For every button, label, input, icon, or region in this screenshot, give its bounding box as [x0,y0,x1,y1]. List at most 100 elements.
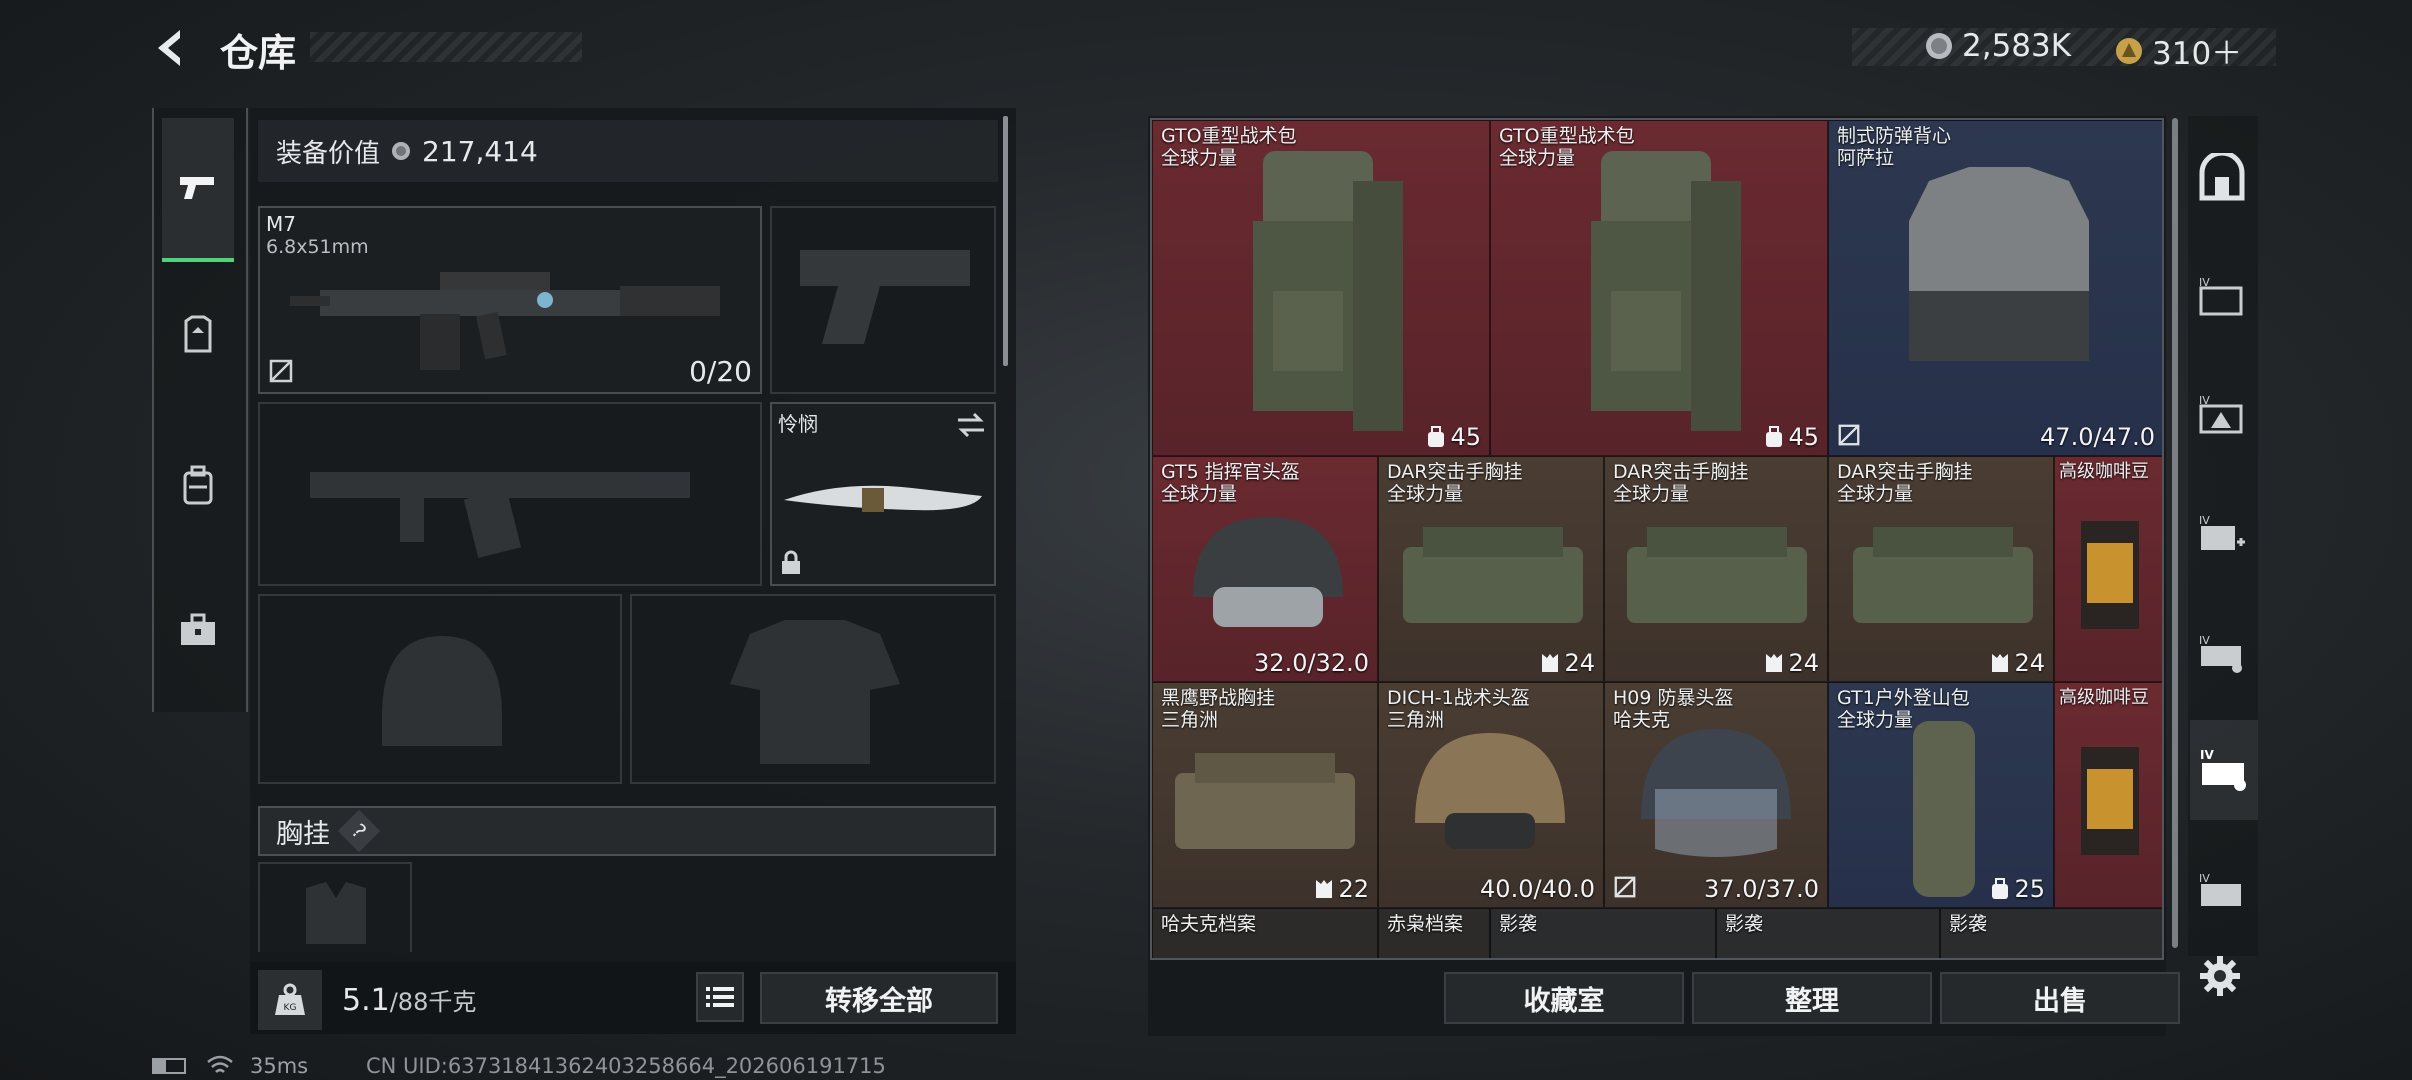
weight-icon-box: KG [258,970,322,1030]
armor-icon [184,315,212,353]
gear-icon [2200,956,2240,996]
item-name: GT5 指挥官头盔 [1161,461,1300,483]
sort-button[interactable]: 整理 [1692,972,1932,1024]
item-gto-backpack-2[interactable]: GTO重型战术包 全球力量 45 [1490,120,1828,456]
item-faction: 全球力量 [1161,483,1238,505]
back-button[interactable] [150,26,200,76]
equipment-value-bar: 装备价值 217,414 [258,120,998,182]
backpack-image [1253,151,1403,431]
stash-tab-3[interactable]: IV [2192,504,2252,564]
stash-scrollbar[interactable] [2172,118,2178,948]
currency-2[interactable]: 310＋ [2114,28,2242,73]
collection-room-button[interactable]: 收藏室 [1444,972,1684,1024]
item-durability: 32.0/32.0 [1254,649,1369,677]
svg-text:KG: KG [284,1003,297,1013]
armor-placeholder-icon [730,620,900,764]
rig-image [1627,527,1807,623]
item-havoc-file[interactable]: 哈夫克档案 [1152,908,1378,958]
no-insure-icon [269,359,293,383]
item-shadow-1[interactable]: 影袭 [1490,908,1716,958]
item-faction: 三角洲 [1161,709,1219,731]
item-capacity-value: 24 [2014,649,2045,677]
vest-image [1909,167,2089,361]
item-gt1-backpack[interactable]: GT1户外登山包 全球力量 25 [1828,682,2054,908]
item-name: DAR突击手胸挂 [1387,461,1523,483]
item-faction: 全球力量 [1387,483,1464,505]
stash-page-icon: IV [2199,514,2245,550]
primary-weapon-slot[interactable]: M7 6.8x51mm 0/20 [258,206,762,394]
back-arrow-icon [158,30,180,66]
helmet-slot[interactable] [258,594,622,784]
item-name: 影袭 [1725,913,1764,935]
item-capacity: 45 [1426,423,1481,451]
capacity-icon [1992,878,2009,899]
stash-tab-5-active[interactable]: IV [2190,720,2258,820]
item-capacity-value: 22 [1338,875,1369,903]
item-capacity: 24 [1540,649,1595,677]
backpack-icon [183,465,213,505]
tab-case[interactable] [162,585,234,675]
armor-slot[interactable] [630,594,996,784]
melee-name: 怜悯 [778,412,818,436]
item-faction: 全球力量 [1613,483,1690,505]
item-body-armor[interactable]: 制式防弹背心 阿萨拉 47.0/47.0 [1828,120,2162,456]
item-dar-rig-3[interactable]: DAR突击手胸挂 全球力量 24 [1828,456,2054,682]
settings-button[interactable] [2190,946,2250,1006]
stash-tab-1[interactable]: IV [2192,266,2252,326]
tab-gear[interactable] [162,290,234,380]
sell-button[interactable]: 出售 [1940,972,2180,1024]
item-shadow-3[interactable]: 影袭 [1940,908,2162,958]
item-h09-helmet[interactable]: H09 防暴头盔 哈夫克 37.0/37.0 [1604,682,1828,908]
rifle-placeholder-icon [310,472,690,558]
swap-icon[interactable] [956,412,986,438]
chest-rig-header: 胸挂 ? [258,806,996,856]
item-faction: 阿萨拉 [1837,147,1895,169]
melee-slot[interactable]: 怜悯 [770,402,996,586]
item-dar-rig-1[interactable]: DAR突击手胸挂 全球力量 24 [1378,456,1604,682]
stash-tab-2[interactable]: IV [2192,384,2252,444]
capacity-icon [1428,426,1445,447]
item-gto-backpack-1[interactable]: GTO重型战术包 全球力量 45 [1152,120,1490,456]
gold-coin-icon [2116,37,2142,64]
currency-1[interactable]: 2,583K [1924,28,2071,64]
rig-capacity-icon [1992,654,2009,672]
item-coffee-1[interactable]: 高级咖啡豆 [2054,456,2162,682]
rig-placeholder-icon [306,882,366,944]
pistol-placeholder-icon [800,250,970,344]
help-button[interactable]: ? [337,809,381,853]
item-name: DICH-1战术头盔 [1387,687,1530,709]
equipment-scrollbar[interactable] [1003,116,1008,366]
stash-tab-all[interactable] [2192,148,2252,208]
item-faction: 全球力量 [1161,147,1238,169]
magazine-count: 0/20 [689,355,752,388]
item-name: 哈夫克档案 [1161,913,1257,935]
battery-icon [152,1058,186,1074]
tab-backpack[interactable] [162,440,234,530]
stash-tab-4[interactable]: IV [2192,624,2252,684]
chest-rig-slot[interactable] [258,862,412,952]
item-capacity: 24 [1990,649,2045,677]
rig-image [1853,527,2033,623]
item-blackhawk-rig[interactable]: 黑鹰野战胸挂 三角洲 22 [1152,682,1378,908]
item-dar-rig-2[interactable]: DAR突击手胸挂 全球力量 24 [1604,456,1828,682]
item-name: GT1户外登山包 [1837,687,1970,709]
rig-image [1175,753,1355,849]
tab-weapons[interactable] [162,118,234,262]
item-coffee-2[interactable]: 高级咖啡豆 [2054,682,2162,908]
item-shadow-2[interactable]: 影袭 [1716,908,1940,958]
item-owl-file[interactable]: 赤枭档案 [1378,908,1490,958]
rig-image [1403,527,1583,623]
transfer-all-button[interactable]: 转移全部 [760,972,998,1024]
item-capacity: 45 [1764,423,1819,451]
list-view-button[interactable] [696,972,744,1022]
secondary-weapon-slot[interactable] [258,402,762,586]
ping-text: 35ms [250,1054,309,1078]
item-gt5-helmet[interactable]: GT5 指挥官头盔 全球力量 32.0/32.0 [1152,456,1378,682]
item-dich1-helmet[interactable]: DICH-1战术头盔 三角洲 40.0/40.0 [1378,682,1604,908]
helmet-image [1641,729,1791,857]
stash-tab-6[interactable]: IV [2192,862,2252,922]
item-capacity-value: 24 [1564,649,1595,677]
no-insure-icon [1614,876,1636,898]
briefcase-icon [181,613,215,645]
sidearm-slot[interactable] [770,206,996,394]
